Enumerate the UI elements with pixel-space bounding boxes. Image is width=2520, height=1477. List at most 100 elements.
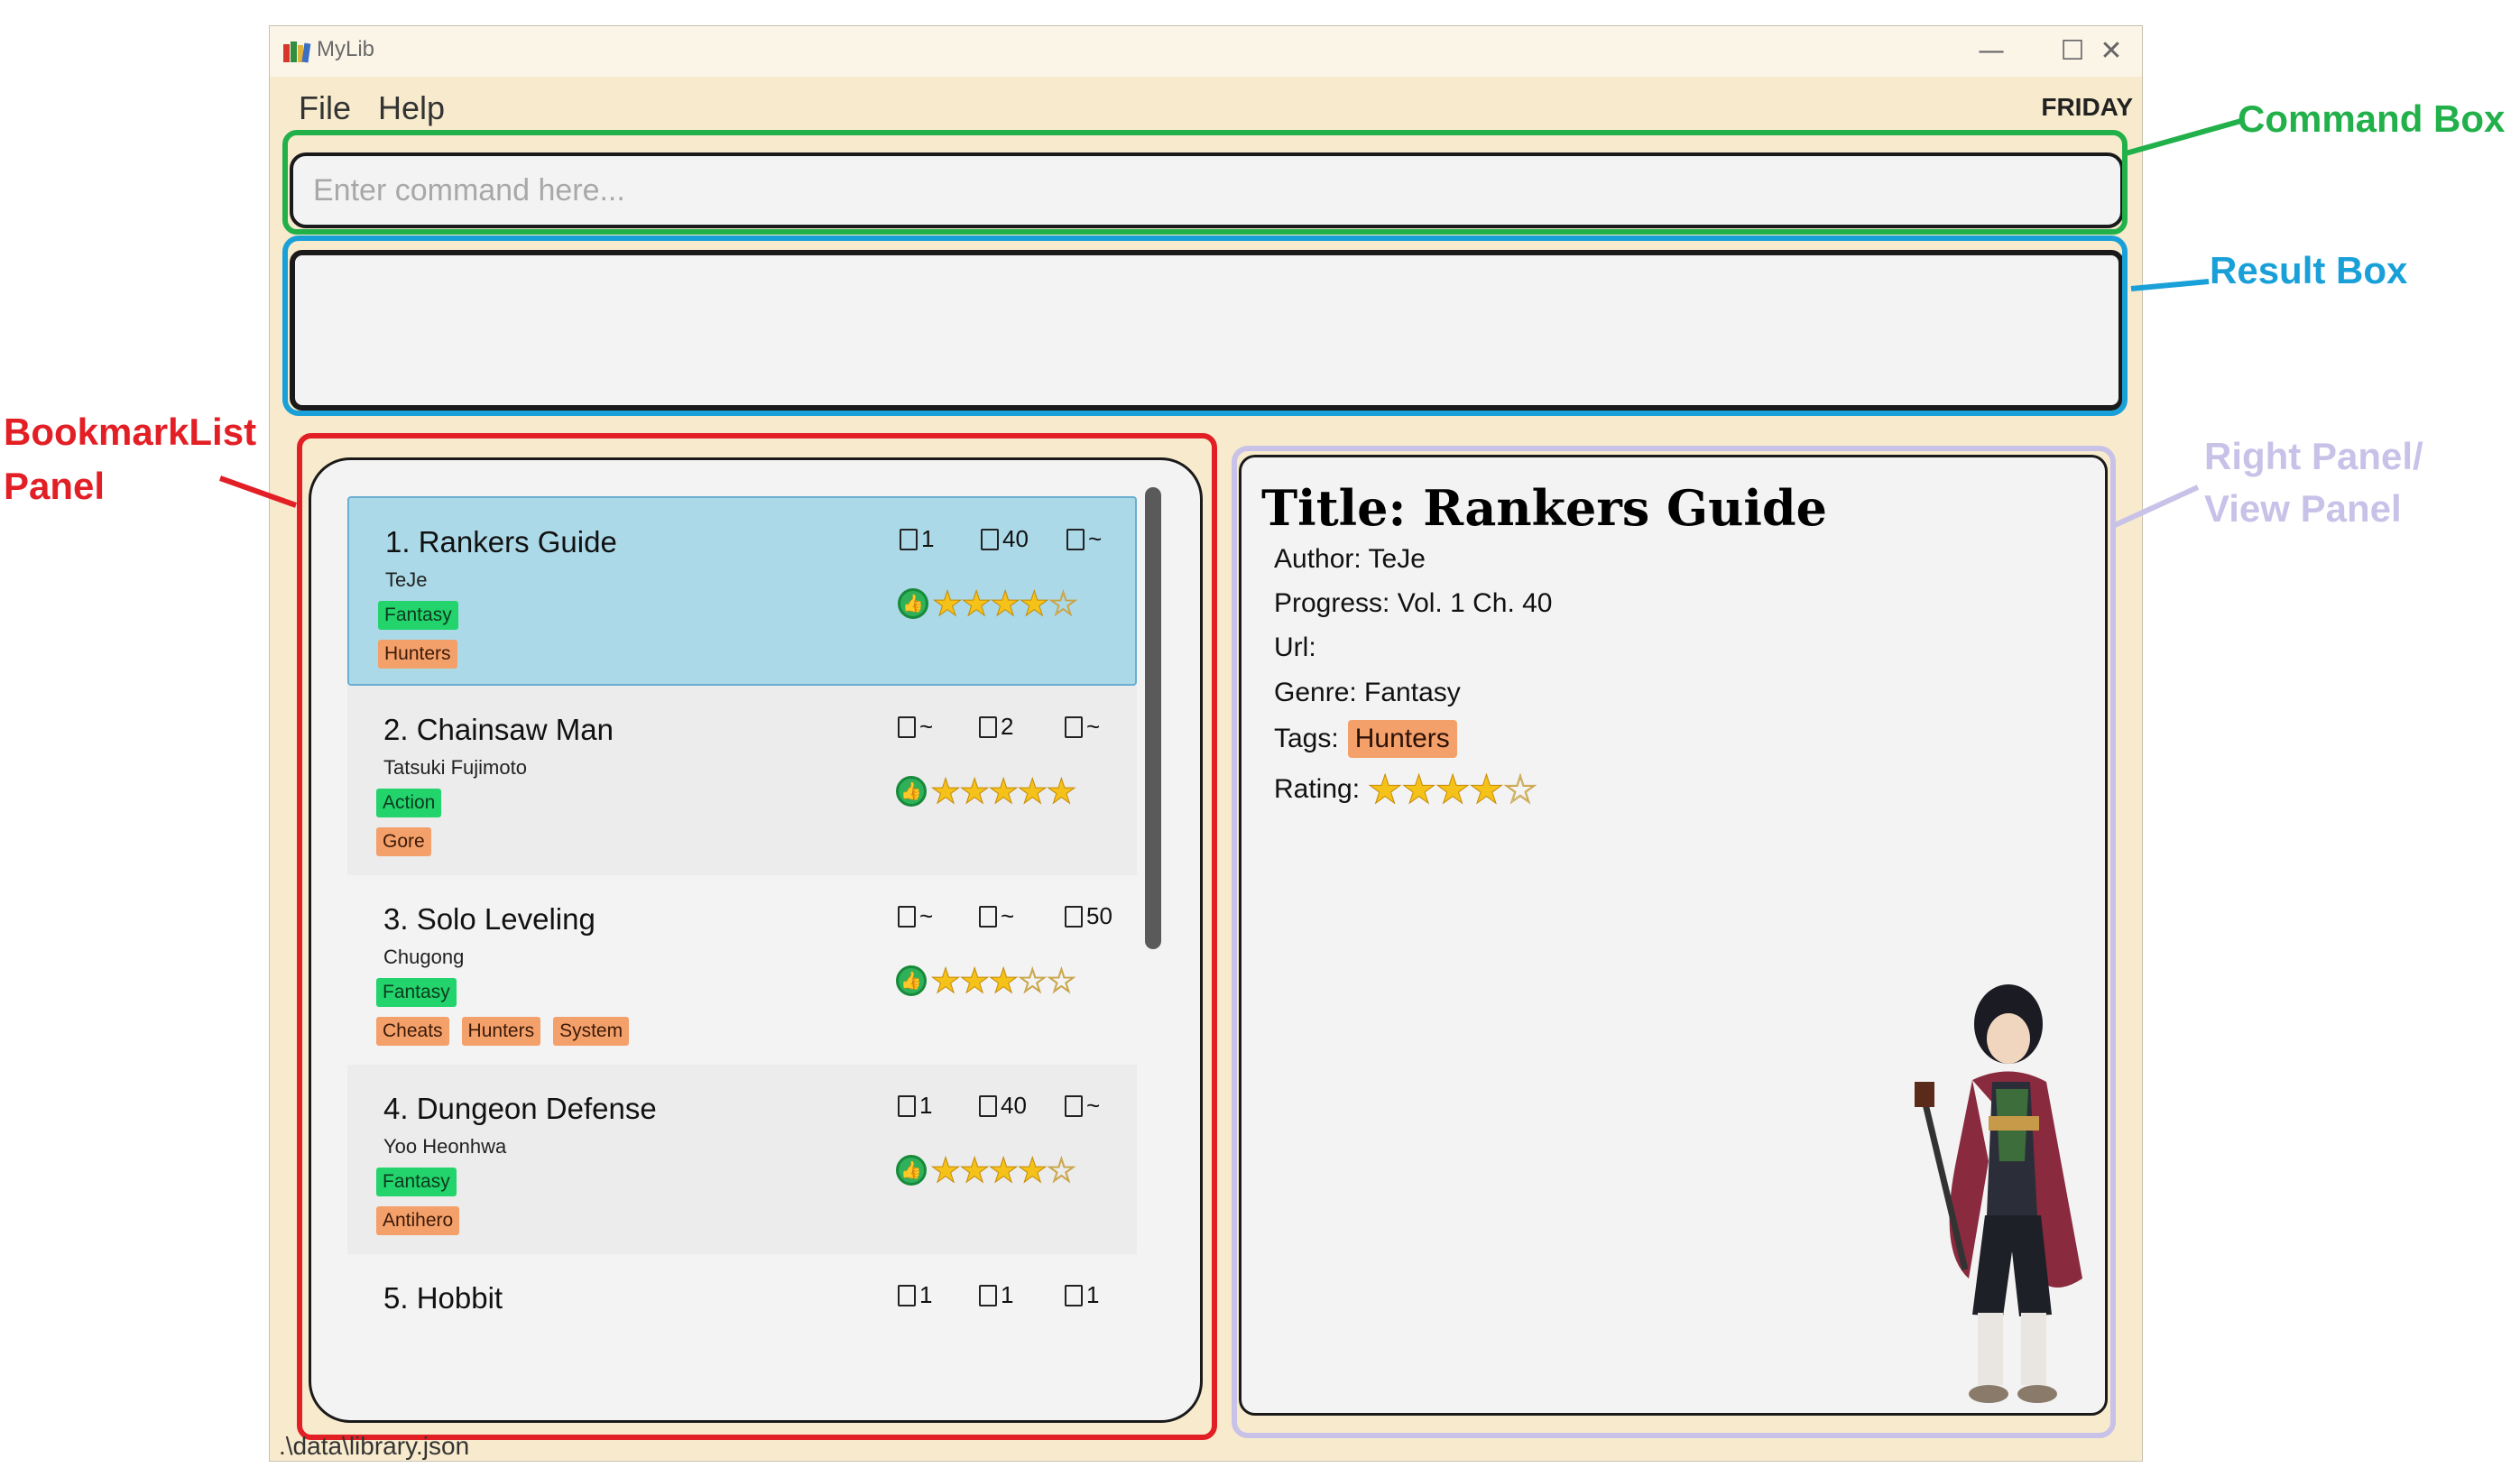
bookmark-author: Chugong: [383, 946, 465, 968]
close-button[interactable]: ✕: [2082, 32, 2141, 71]
thumbs-up-icon: 👍: [896, 776, 927, 807]
command-box-annotation: Command Box: [2238, 97, 2506, 140]
volume-value: ~: [919, 902, 934, 929]
data-file-path: .\data\library.json: [279, 1432, 470, 1460]
rating-stars: ★★★★☆: [931, 584, 1078, 623]
volume-stat: ~: [898, 902, 933, 930]
view-panel-annotation-line1: Right Panel/: [2204, 435, 2423, 477]
page-icon: [1065, 1285, 1083, 1306]
chapter-stat: 1: [979, 1281, 1013, 1309]
tag-row: Hunters: [378, 640, 470, 669]
page-icon: [1065, 1095, 1083, 1117]
view-url: Url:: [1274, 632, 1316, 662]
view-tags-row: Tags: Hunters: [1274, 720, 1457, 758]
genre-chip: Fantasy: [376, 1168, 457, 1196]
view-panel-annotation-line2: View Panel: [2204, 487, 2402, 530]
bookmark-card[interactable]: 5. Hobbit 1 1 1: [347, 1254, 1137, 1420]
volume-icon: [898, 1095, 916, 1117]
chapter-icon: [979, 1285, 997, 1306]
view-rating-row: Rating: ★★★★☆: [1274, 770, 1538, 810]
bookmark-title: 3. Solo Leveling: [383, 902, 595, 936]
bookmark-title: 5. Hobbit: [383, 1281, 503, 1315]
chapter-icon: [979, 906, 997, 928]
app-books-icon: [283, 42, 311, 63]
volume-stat: 1: [898, 1092, 932, 1120]
chapter-icon: [979, 1095, 997, 1117]
bookmark-title: 4. Dungeon Defense: [383, 1092, 657, 1125]
title-bar[interactable]: MyLib — ☐ ✕: [270, 26, 2142, 77]
genre-row: Fantasy: [376, 978, 469, 1007]
chapter-value: 2: [1001, 713, 1014, 740]
volume-icon: [898, 1285, 916, 1306]
page-icon: [1065, 906, 1083, 928]
page-stat: 50: [1065, 902, 1112, 930]
rating-row: 👍 ★★★★☆: [898, 584, 1079, 623]
bookmark-card[interactable]: 3. Solo Leveling Chugong Fantasy Cheats Hunt…: [347, 875, 1137, 1065]
genre-chip: Fantasy: [376, 978, 457, 1007]
volume-stat: ~: [898, 713, 933, 741]
bookmark-card[interactable]: 1. Rankers Guide TeJe Fantasy Hunters 1 40 ~ 👍 ★…: [347, 496, 1137, 686]
bookmark-card[interactable]: 4. Dungeon Defense Yoo Heonhwa Fantasy Anti…: [347, 1065, 1137, 1254]
bookmark-card[interactable]: 2. Chainsaw Man Tatsuki Fujimoto Action Gor…: [347, 686, 1137, 875]
volume-value: 1: [919, 1281, 933, 1308]
rating-stars: ★★★★★: [929, 771, 1076, 811]
chapter-stat: 2: [979, 713, 1013, 741]
character-illustration: [1915, 984, 2082, 1403]
page-value: ~: [1086, 1092, 1101, 1119]
chapter-value: ~: [1001, 902, 1015, 929]
app-window: MyLib — ☐ ✕ File Help FRIDAY 1. Rankers …: [269, 25, 2143, 1462]
rating-stars: ★★★☆☆: [929, 961, 1076, 1001]
bookmark-title: 1. Rankers Guide: [385, 525, 617, 558]
chapter-icon: [979, 716, 997, 738]
tag-chip: System: [553, 1017, 630, 1046]
page-value: 50: [1086, 902, 1112, 929]
tag-row: Cheats Hunters System: [376, 1017, 642, 1046]
chapter-stat: ~: [979, 902, 1014, 930]
bookmark-author: Tatsuki Fujimoto: [383, 756, 527, 779]
rating-row: 👍 ★★★★★: [896, 771, 1077, 811]
view-tag-chip: Hunters: [1347, 720, 1457, 758]
tag-row: Antihero: [376, 1206, 472, 1235]
volume-value: 1: [921, 525, 935, 552]
page-icon: [1065, 716, 1083, 738]
window-title: MyLib: [317, 37, 375, 61]
list-scrollbar[interactable]: [1145, 487, 1161, 949]
tag-chip: Hunters: [461, 1017, 541, 1046]
rating-row: 👍 ★★★★☆: [896, 1150, 1077, 1190]
theme-label: FRIDAY: [2041, 93, 2133, 121]
tag-chip: Cheats: [376, 1017, 449, 1046]
tag-chip: Hunters: [378, 640, 457, 669]
page-stat: ~: [1066, 525, 1102, 553]
bookmark-list-annotation-line2: Panel: [4, 465, 106, 507]
page-value: 1: [1086, 1281, 1100, 1308]
chapter-value: 40: [1002, 525, 1029, 552]
status-bar: .\data\library.json: [270, 1432, 2142, 1463]
thumbs-up-icon: 👍: [896, 965, 927, 996]
view-tags-label: Tags:: [1274, 724, 1339, 753]
rating-stars: ★★★★☆: [929, 1150, 1076, 1190]
view-title: Title: Rankers Guide: [1261, 479, 1828, 537]
menu-help[interactable]: Help: [378, 89, 445, 127]
menu-file[interactable]: File: [299, 89, 351, 127]
command-box-highlight: [282, 130, 2128, 235]
volume-icon: [898, 906, 916, 928]
result-box-highlight: [282, 235, 2128, 416]
chapter-stat: 40: [981, 525, 1029, 553]
page-icon: [1066, 529, 1085, 550]
tag-chip: Gore: [376, 827, 431, 856]
view-progress: Progress: Vol. 1 Ch. 40: [1274, 588, 1553, 618]
minimize-button[interactable]: —: [1962, 32, 2020, 71]
menu-bar: [270, 77, 2142, 133]
tag-chip: Antihero: [376, 1206, 460, 1235]
tag-row: Gore: [376, 827, 444, 856]
genre-chip: Fantasy: [378, 601, 458, 630]
volume-stat: 1: [898, 1281, 932, 1309]
page-value: ~: [1086, 713, 1101, 740]
view-author: Author: TeJe: [1274, 544, 1426, 574]
bookmark-list-panel[interactable]: 1. Rankers Guide TeJe Fantasy Hunters 1 40 ~ 👍 ★…: [309, 457, 1203, 1423]
view-panel: Title: Rankers Guide Author: TeJe Progre…: [1239, 455, 2108, 1416]
volume-stat: 1: [900, 525, 934, 553]
genre-row: Fantasy: [376, 1168, 469, 1196]
thumbs-up-icon: 👍: [898, 588, 928, 619]
chapter-icon: [981, 529, 999, 550]
